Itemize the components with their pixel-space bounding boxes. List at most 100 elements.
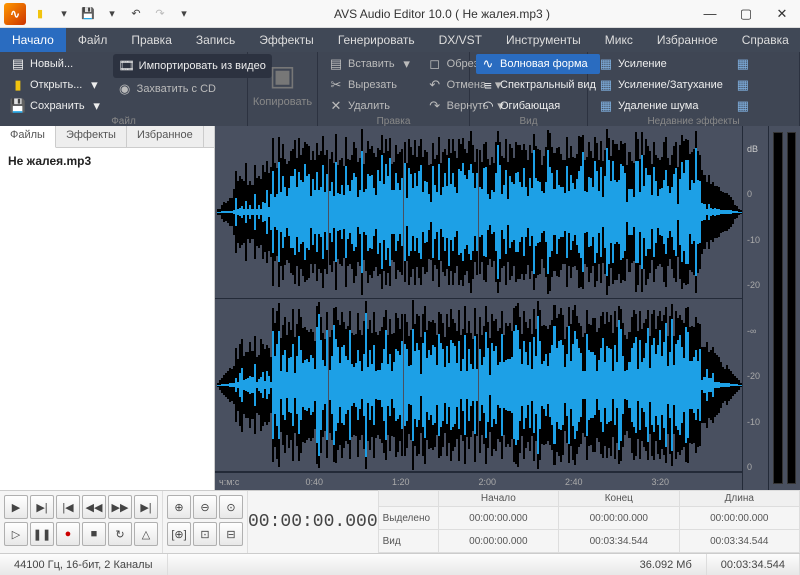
file-list-item[interactable]: Не жалея.mp3 <box>8 154 206 168</box>
tab-files[interactable]: Файлы <box>0 126 56 148</box>
stop-button[interactable]: ■ <box>82 522 106 546</box>
menu-home[interactable]: Начало <box>0 28 66 52</box>
effect-extra1-button[interactable]: ▦ <box>731 54 755 74</box>
file-list[interactable]: Не жалея.mp3 <box>0 148 214 490</box>
menu-tools[interactable]: Инструменты <box>494 28 593 52</box>
metronome-button[interactable]: △ <box>134 522 158 546</box>
qat-save-icon[interactable]: 💾 <box>80 6 96 22</box>
delete-button[interactable]: ✕Удалить <box>324 96 419 116</box>
envelope-icon: ◠ <box>480 98 496 114</box>
rewind-button[interactable]: ◀◀ <box>82 495 106 519</box>
menu-edit[interactable]: Правка <box>119 28 184 52</box>
qat-customize-icon[interactable]: ▾ <box>176 6 192 22</box>
effect-extra3-button[interactable]: ▦ <box>731 96 755 116</box>
view-envelope-button[interactable]: ◠Огибающая <box>476 96 600 116</box>
new-label: Новый... <box>30 58 73 70</box>
sel-end[interactable]: 00:00:00.000 <box>558 506 679 530</box>
view-waveform-button[interactable]: ∿Волновая форма <box>476 54 600 74</box>
copy-label: Копировать <box>253 96 312 108</box>
menu-mix[interactable]: Микс <box>593 28 645 52</box>
save-button[interactable]: 💾Сохранить▾ <box>6 96 109 116</box>
undo-icon: ↶ <box>427 77 443 93</box>
zoom-v-button[interactable]: ⊟ <box>219 522 243 546</box>
save-icon: 💾 <box>10 98 26 114</box>
timeline-unit: ч:м:с <box>219 477 306 487</box>
effect-fade-button[interactable]: ▦Усиление/Затухание <box>594 75 727 95</box>
effect-amplify-button[interactable]: ▦Усиление <box>594 54 727 74</box>
qat-open-icon[interactable]: ▮ <box>32 6 48 22</box>
effect-extra2-button[interactable]: ▦ <box>731 75 755 95</box>
cut-icon: ✂ <box>328 77 344 93</box>
sel-start[interactable]: 00:00:00.000 <box>438 506 559 530</box>
spectral-icon: ≡ <box>480 77 496 93</box>
meter-right <box>787 132 797 484</box>
chevron-down-icon: ▾ <box>399 56 415 72</box>
cut-button[interactable]: ✂Вырезать <box>324 75 419 95</box>
redo-icon: ↷ <box>427 98 443 114</box>
status-size: 36.092 Мб <box>626 554 707 575</box>
play-sel-button[interactable]: ▷ <box>4 522 28 546</box>
menu-record[interactable]: Запись <box>184 28 247 52</box>
skip-start-button[interactable]: |◀ <box>56 495 80 519</box>
qat-dropdown-icon[interactable]: ▾ <box>56 6 72 22</box>
paste-icon: ▤ <box>328 56 344 72</box>
status-format: 44100 Гц, 16-бит, 2 Каналы <box>0 554 168 575</box>
menu-help[interactable]: Справка <box>730 28 800 52</box>
zoom-100-button[interactable]: ⊙ <box>219 495 243 519</box>
folder-icon: ▮ <box>10 77 26 93</box>
open-button[interactable]: ▮Открыть...▾ <box>6 75 109 95</box>
effect-icon: ▦ <box>735 77 751 93</box>
waveform-channel-left[interactable] <box>215 126 742 299</box>
open-label: Открыть... <box>30 79 82 91</box>
skip-end-button[interactable]: ▶| <box>134 495 158 519</box>
paste-button[interactable]: ▤Вставить▾ <box>324 54 419 74</box>
qat-undo-icon[interactable]: ↶ <box>128 6 144 22</box>
effect-icon: ▦ <box>735 98 751 114</box>
sidebar: Файлы Эффекты Избранное Не жалея.mp3 <box>0 126 215 490</box>
zoom-in-button[interactable]: ⊕ <box>167 495 191 519</box>
menu-favorites[interactable]: Избранное <box>645 28 730 52</box>
import-video-label: Импортировать из видео <box>139 60 266 72</box>
app-icon: ∿ <box>4 3 26 25</box>
waveform-channel-right[interactable] <box>215 299 742 472</box>
meter-left <box>773 132 783 484</box>
import-cd-label: Захватить с CD <box>137 83 216 95</box>
zoom-sel-button[interactable]: [⊕] <box>167 522 191 546</box>
menu-effects[interactable]: Эффекты <box>247 28 326 52</box>
forward-button[interactable]: ▶▶ <box>108 495 132 519</box>
timecode-display: 00:00:00.000 <box>248 491 379 553</box>
view-start[interactable]: 00:00:00.000 <box>438 529 559 553</box>
fade-icon: ▦ <box>598 77 614 93</box>
qat-save-dropdown-icon[interactable]: ▾ <box>104 6 120 22</box>
new-button[interactable]: ▤Новый... <box>6 54 109 74</box>
amplify-icon: ▦ <box>598 56 614 72</box>
effect-noise-button[interactable]: ▦Удаление шума <box>594 96 727 116</box>
editor: ч:м:с 0:40 1:20 2:00 2:40 3:20 dB 0 -10 … <box>215 126 800 490</box>
view-len[interactable]: 00:03:34.544 <box>679 529 800 553</box>
copy-icon: ▣ <box>269 59 295 92</box>
zoom-out-button[interactable]: ⊖ <box>193 495 217 519</box>
close-button[interactable]: ✕ <box>764 0 800 28</box>
play-loop-button[interactable]: ▶| <box>30 495 54 519</box>
tab-favorites[interactable]: Избранное <box>127 126 204 147</box>
window-title: AVS Audio Editor 10.0 ( Не жалея.mp3 ) <box>192 7 692 21</box>
timeline[interactable]: ч:м:с 0:40 1:20 2:00 2:40 3:20 <box>215 472 742 490</box>
minimize-button[interactable]: — <box>692 0 728 28</box>
zoom-fit-button[interactable]: ⊡ <box>193 522 217 546</box>
sel-len[interactable]: 00:00:00.000 <box>679 506 800 530</box>
menu-generate[interactable]: Генерировать <box>326 28 427 52</box>
play-button[interactable]: ▶ <box>4 495 28 519</box>
record-button[interactable]: ● <box>56 522 80 546</box>
maximize-button[interactable]: ▢ <box>728 0 764 28</box>
tab-effects[interactable]: Эффекты <box>56 126 127 147</box>
pause-button[interactable]: ❚❚ <box>30 522 54 546</box>
cd-icon: ◉ <box>117 81 133 97</box>
menu-dxvst[interactable]: DX/VST <box>427 28 494 52</box>
qat-redo-icon[interactable]: ↷ <box>152 6 168 22</box>
loop-button[interactable]: ↻ <box>108 522 132 546</box>
view-spectral-button[interactable]: ≡Спектральный вид <box>476 75 600 95</box>
menu-file[interactable]: Файл <box>66 28 120 52</box>
effect-icon: ▦ <box>735 56 751 72</box>
view-end[interactable]: 00:03:34.544 <box>558 529 679 553</box>
waveform-icon: ∿ <box>480 56 496 72</box>
